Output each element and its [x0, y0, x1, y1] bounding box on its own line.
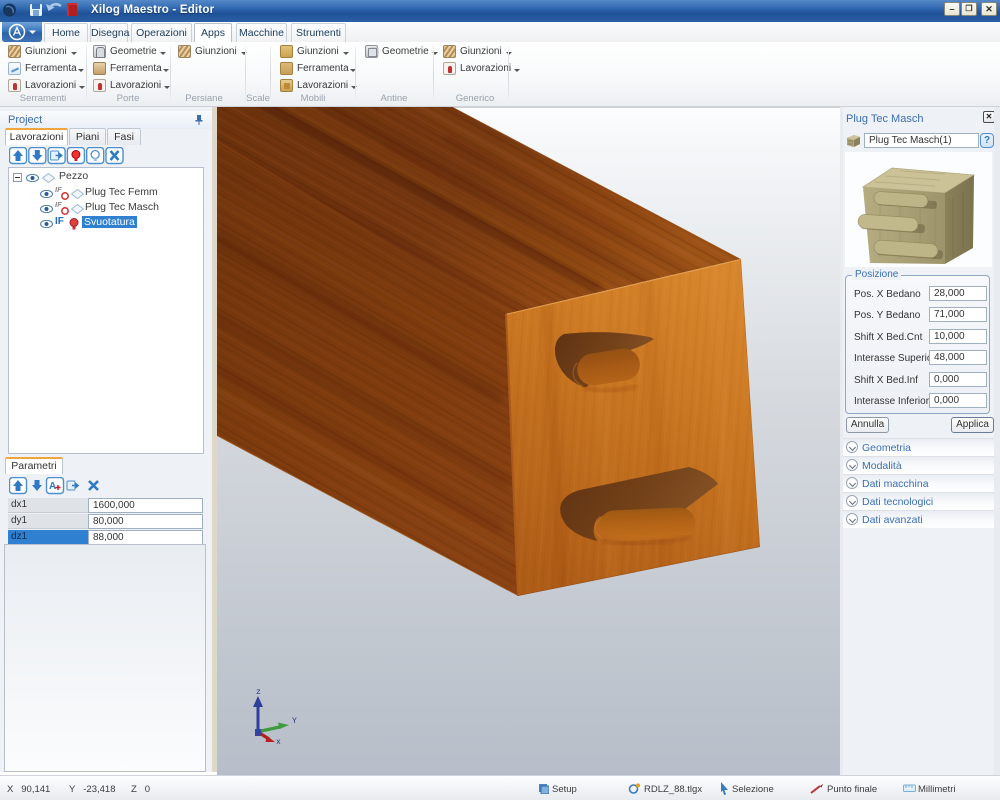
svg-text:Y: Y	[292, 717, 297, 726]
svg-text:x: x	[276, 738, 281, 747]
svg-text:z: z	[256, 688, 261, 697]
svg-text:A: A	[49, 481, 56, 492]
